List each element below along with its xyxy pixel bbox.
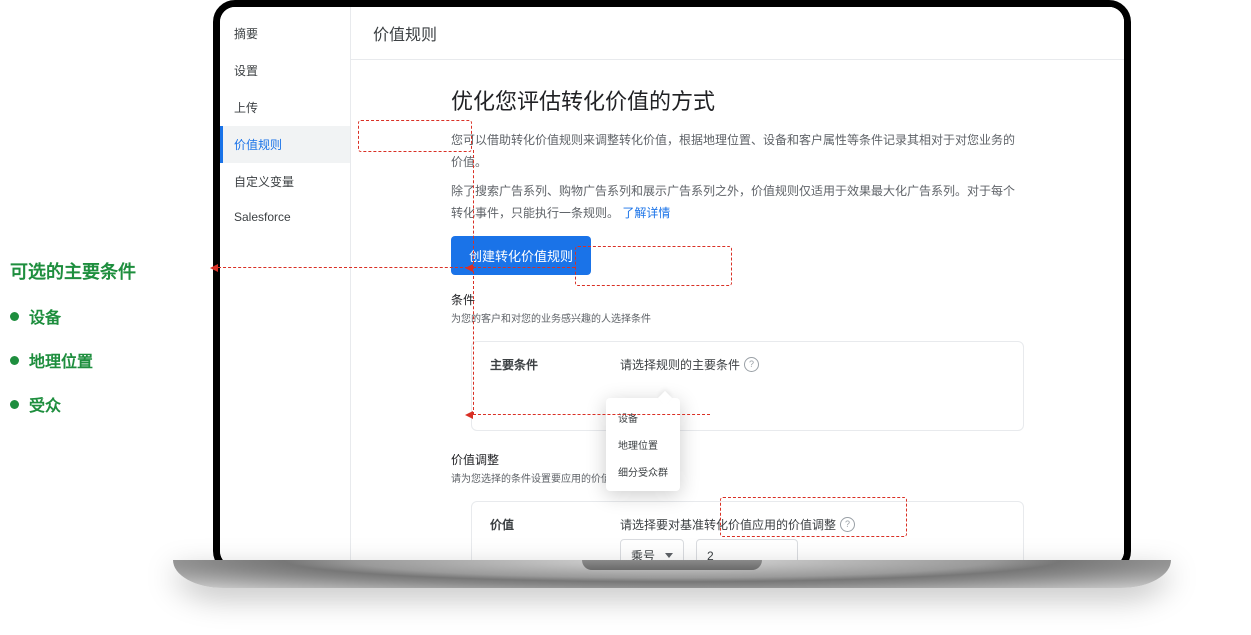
sidebar: 摘要 设置 上传 价值规则 自定义变量 Salesforce: [220, 7, 351, 566]
annotation-item: 受众: [10, 392, 210, 416]
sidebar-item-label: 上传: [234, 101, 258, 115]
sidebar-item-salesforce[interactable]: Salesforce: [220, 200, 350, 234]
annotation-item-label: 地理位置: [29, 348, 93, 372]
annotation-panel: 可选的主要条件 设备 地理位置 受众: [10, 258, 210, 436]
help-icon[interactable]: ?: [744, 357, 759, 372]
main-panel: 价值规则 优化您评估转化价值的方式 您可以借助转化价值规则来调整转化价值，根据地…: [351, 7, 1124, 566]
menu-item-device[interactable]: 设备: [606, 404, 680, 431]
sidebar-item-label: 自定义变量: [234, 175, 294, 189]
annotation-item: 地理位置: [10, 348, 210, 372]
annotation-title: 可选的主要条件: [10, 258, 210, 284]
menu-item-geo[interactable]: 地理位置: [606, 431, 680, 458]
sidebar-item-label: 摘要: [234, 27, 258, 41]
annotation-item: 设备: [10, 304, 210, 328]
page-header-title: 价值规则: [373, 27, 437, 44]
page-header: 价值规则: [351, 7, 1124, 60]
laptop-frame: 摘要 设置 上传 价值规则 自定义变量 Salesforce 价值规则 优化: [213, 0, 1131, 600]
bullet-icon: [10, 312, 19, 321]
sidebar-item-value-rules[interactable]: 价值规则: [220, 126, 350, 163]
sidebar-item-settings[interactable]: 设置: [220, 52, 350, 89]
main-condition-label: 主要条件: [490, 356, 580, 373]
value-adjust-section-sub: 请为您选择的条件设置要应用的价值: [451, 470, 1024, 495]
menu-item-audience[interactable]: 细分受众群: [606, 458, 680, 485]
conditions-card: 主要条件 请选择规则的主要条件 ?: [471, 341, 1024, 431]
hero-description-2: 除了搜索广告系列、购物广告系列和展示广告系列之外，价值规则仅适用于效果最大化广告…: [451, 181, 1024, 224]
sidebar-item-upload[interactable]: 上传: [220, 89, 350, 126]
sidebar-item-label: 设置: [234, 64, 258, 78]
laptop-notch: [582, 560, 762, 570]
sidebar-item-label: 价值规则: [234, 138, 282, 152]
value-label: 价值: [490, 516, 580, 533]
annotation-item-label: 设备: [29, 304, 61, 328]
bullet-icon: [10, 400, 19, 409]
value-field-label: 请选择要对基准转化价值应用的价值调整 ?: [620, 516, 1005, 533]
hero-description-1: 您可以借助转化价值规则来调整转化价值，根据地理位置、设备和客户属性等条件记录其相…: [451, 130, 1024, 173]
create-rule-button[interactable]: 创建转化价值规则: [451, 236, 591, 275]
annotation-item-label: 受众: [29, 392, 61, 416]
value-adjust-section-title: 价值调整: [451, 443, 1024, 470]
learn-more-link[interactable]: 了解详情: [622, 206, 670, 220]
value-adjust-card: 价值 请选择要对基准转化价值应用的价值调整 ? 乘号: [471, 501, 1024, 566]
conditions-section-sub: 为您的客户和对您的业务感兴趣的人选择条件: [451, 310, 1024, 335]
page-title: 优化您评估转化价值的方式: [451, 84, 1024, 116]
help-icon[interactable]: ?: [840, 517, 855, 532]
app-window: 摘要 设置 上传 价值规则 自定义变量 Salesforce 价值规则 优化: [220, 7, 1124, 566]
laptop-base: [173, 560, 1171, 588]
conditions-section-title: 条件: [451, 283, 1024, 310]
chevron-down-icon: [665, 553, 673, 558]
main-condition-field-label: 请选择规则的主要条件 ?: [620, 356, 1005, 373]
condition-dropdown-menu: 设备 地理位置 细分受众群: [606, 398, 680, 491]
bullet-icon: [10, 356, 19, 365]
sidebar-item-summary[interactable]: 摘要: [220, 15, 350, 52]
sidebar-item-label: Salesforce: [234, 210, 291, 224]
sidebar-item-custom-vars[interactable]: 自定义变量: [220, 163, 350, 200]
